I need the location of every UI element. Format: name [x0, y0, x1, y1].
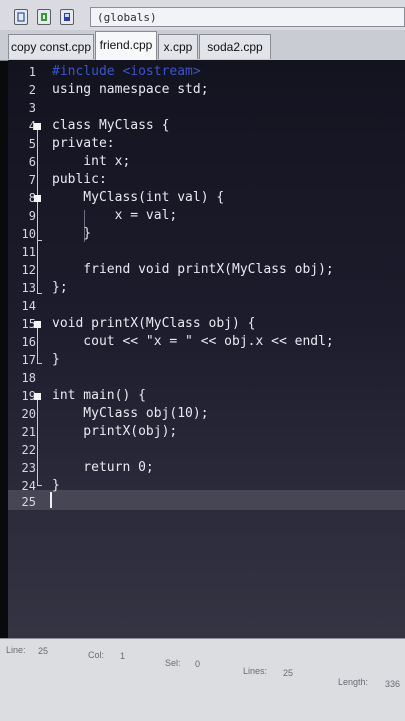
fold-line: [37, 400, 38, 485]
new-file-icon: [17, 12, 25, 22]
add-file-button[interactable]: [37, 9, 51, 25]
line-number: 15: [21, 317, 36, 331]
code-line: cout << "x = " << obj.x << endl;: [52, 334, 334, 349]
line-number: 3: [28, 101, 36, 115]
fold-line: [37, 130, 38, 293]
fold-end: [37, 485, 42, 486]
line-number: 24: [21, 479, 36, 493]
line-number: 19: [21, 389, 36, 403]
status-col-label: Col:: [88, 650, 105, 660]
status-col-value: 1: [120, 651, 126, 661]
code-line: }: [52, 352, 60, 367]
toolbar: (globals): [0, 0, 405, 31]
line-number: 22: [21, 443, 36, 457]
line-number: 16: [21, 335, 36, 349]
line-number: 23: [21, 461, 36, 475]
line-number: 8: [28, 191, 36, 205]
line-number: 2: [28, 83, 36, 97]
line-number: 1: [28, 65, 36, 79]
line-number: 17: [21, 353, 36, 367]
add-file-icon: [41, 13, 47, 21]
line-number: 20: [21, 407, 36, 421]
fold-end: [37, 363, 42, 364]
line-number: 4: [28, 119, 36, 133]
fold-line: [37, 328, 38, 363]
code-line: MyClass(int val) {: [52, 190, 225, 205]
status-lines-value: 25: [283, 668, 294, 678]
code-line: printX(obj);: [52, 424, 178, 439]
new-file-button[interactable]: [14, 9, 28, 25]
status-sel-label: Sel:: [165, 658, 181, 668]
status-length-label: Length:: [338, 677, 369, 687]
line-number: 25: [21, 495, 36, 509]
code-line: x = val;: [52, 208, 178, 223]
fold-toggle[interactable]: [34, 123, 41, 130]
save-button[interactable]: [60, 9, 74, 25]
line-number: 5: [28, 137, 36, 151]
code-line: };: [52, 280, 68, 295]
code-line: MyClass obj(10);: [52, 406, 209, 421]
fold-toggle[interactable]: [34, 321, 41, 328]
status-line-label: Line:: [6, 645, 26, 655]
status-sel-value: 0: [195, 659, 201, 669]
code-line: #include <iostream>: [52, 64, 201, 79]
scope-dropdown[interactable]: (globals): [90, 7, 405, 27]
line-number: 12: [21, 263, 36, 277]
tab-bar: copy const.cpp friend.cpp x.cpp soda2.cp…: [0, 30, 405, 61]
text-caret: [50, 492, 52, 508]
code-line: }: [52, 226, 92, 241]
fold-end: [37, 293, 42, 294]
line-number: 11: [21, 245, 36, 259]
tab-x[interactable]: x.cpp: [158, 34, 198, 59]
fold-toggle[interactable]: [34, 393, 41, 400]
tab-copy-const[interactable]: copy const.cpp: [8, 34, 94, 59]
code-line: void printX(MyClass obj) {: [52, 316, 256, 331]
line-number: 14: [21, 299, 36, 313]
line-number: 7: [28, 173, 36, 187]
code-line: friend void printX(MyClass obj);: [52, 262, 334, 277]
save-icon: [64, 13, 70, 21]
status-bar: Line: 25 Col: 1 Sel: 0 Lines: 25 Length:…: [0, 638, 405, 721]
code-line: int main() {: [52, 388, 146, 403]
status-line-value: 25: [38, 646, 49, 656]
code-line: private:: [52, 136, 115, 151]
line-number: 18: [21, 371, 36, 385]
line-number: 6: [28, 155, 36, 169]
code-editor[interactable]: 1 2 3 4 5 6 7 8 9 10 11 12 13 14 15 16 1…: [8, 60, 405, 638]
code-line: int x;: [52, 154, 131, 169]
line-number: 21: [21, 425, 36, 439]
code-line: public:: [52, 172, 107, 187]
tab-friend[interactable]: friend.cpp: [95, 31, 157, 60]
fold-end: [37, 240, 42, 241]
code-line: return 0;: [52, 460, 154, 475]
line-number: 9: [28, 209, 36, 223]
status-lines-label: Lines:: [243, 666, 268, 676]
line-number-gutter: 1 2 3 4 5 6 7 8 9 10 11 12 13 14 15 16 1…: [8, 60, 42, 638]
current-line-highlight: [8, 490, 405, 510]
tab-soda2[interactable]: soda2.cpp: [199, 34, 271, 59]
line-number: 13: [21, 281, 36, 295]
status-length-value: 336: [385, 679, 401, 689]
code-line: using namespace std;: [52, 82, 209, 97]
line-number: 10: [21, 227, 36, 241]
code-line: }: [52, 478, 60, 493]
fold-toggle[interactable]: [34, 195, 41, 202]
code-line: class MyClass {: [52, 118, 170, 133]
